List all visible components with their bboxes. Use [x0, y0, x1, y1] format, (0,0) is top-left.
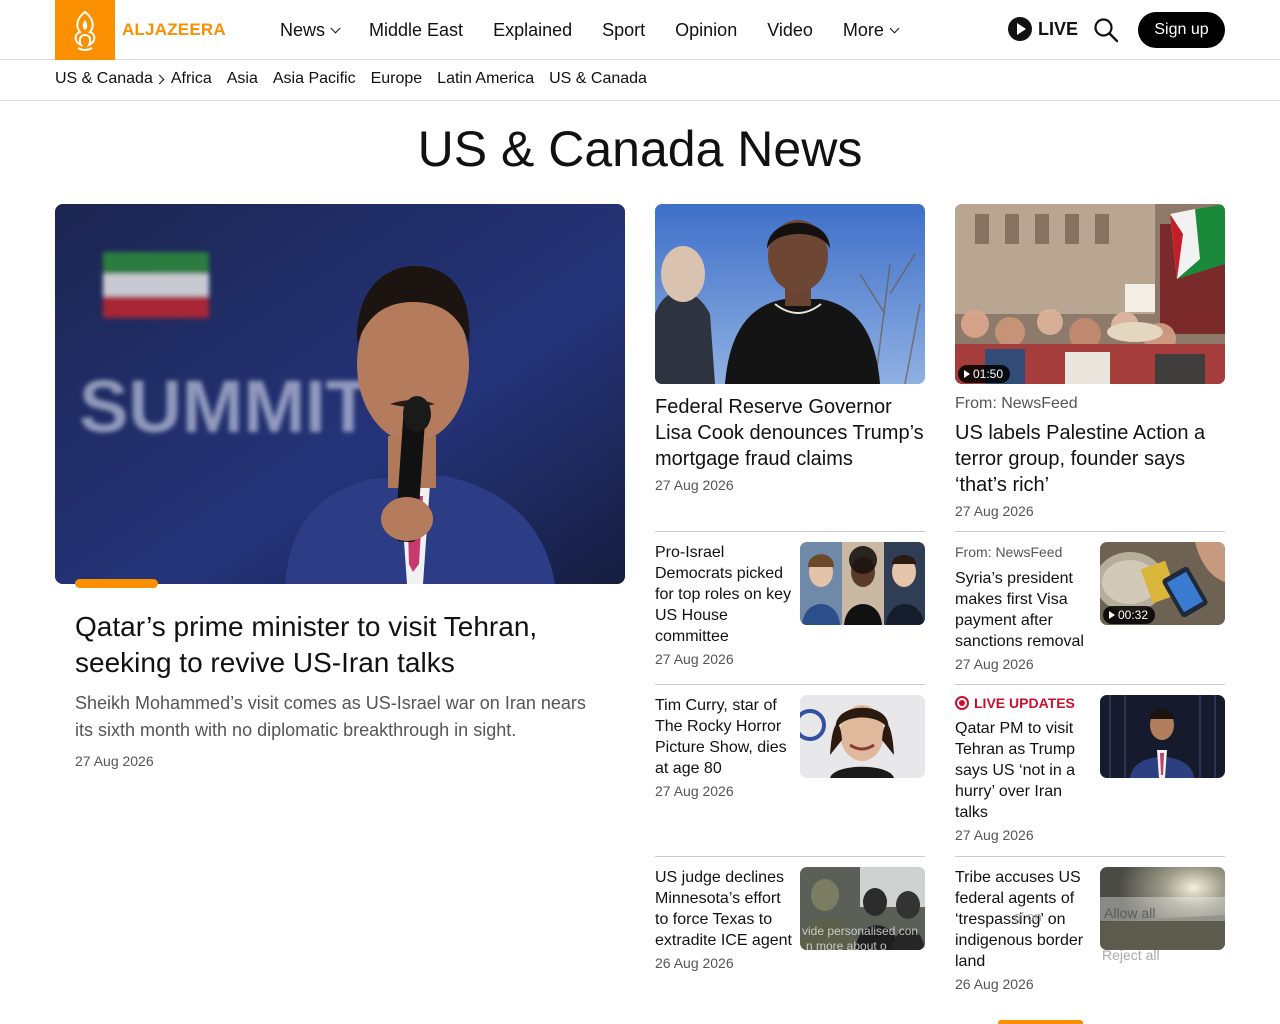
play-icon	[964, 370, 970, 378]
page-title: US & Canada News	[417, 121, 863, 177]
subnav-item-europe[interactable]: Europe	[371, 70, 423, 88]
nav-label: News	[280, 19, 326, 40]
hero-image-text: SUMMIT	[79, 365, 371, 448]
list-item-date: 27 Aug 2026	[955, 827, 1034, 843]
reject-all-button[interactable]: Reject all	[1102, 947, 1160, 963]
article-headline[interactable]: Federal Reserve Governor Lisa Cook denou…	[655, 394, 930, 472]
article-image[interactable]	[655, 204, 925, 384]
list-item-date: 26 Aug 2026	[655, 955, 734, 971]
video-thumbnail[interactable]: 00:32	[1100, 542, 1225, 625]
list-item-headline[interactable]: Qatar PM to visit Tehran as Trump says U…	[955, 718, 1095, 823]
live-button[interactable]: LIVE	[1008, 17, 1078, 41]
subnav-item-us-canada[interactable]: US & Canada	[549, 70, 647, 88]
divider	[955, 856, 1225, 857]
sign-up-button[interactable]: Sign up	[1138, 12, 1225, 48]
list-item-date: 27 Aug 2026	[655, 651, 734, 667]
list-item-thumbnail[interactable]	[800, 542, 925, 625]
play-icon	[1008, 17, 1032, 41]
list-item-headline[interactable]: Pro-Israel Democrats picked for top role…	[655, 542, 795, 647]
live-label: LIVE	[1038, 18, 1079, 39]
main-nav: News Middle East Explained Sport Opinion…	[280, 0, 900, 60]
nav-item-video[interactable]: Video	[767, 20, 813, 41]
nav-item-more[interactable]: More	[842, 19, 900, 41]
live-updates-badge: LIVE UPDATES	[955, 695, 1075, 711]
live-updates-label: LIVE UPDATES	[974, 695, 1075, 711]
search-icon[interactable]	[1093, 17, 1119, 43]
chevron-right-icon	[154, 74, 165, 84]
nav-label: Video	[767, 19, 813, 40]
nav-label: Explained	[493, 19, 573, 40]
list-item-thumbnail[interactable]	[1100, 695, 1225, 778]
hero-headline[interactable]: Qatar’s prime minister to visit Tehran, …	[75, 609, 605, 681]
video-duration-badge: 00:32	[1103, 606, 1156, 624]
nav-label: Middle East	[369, 19, 464, 40]
source-label: From: NewsFeed	[955, 395, 1078, 412]
live-dot-icon	[955, 696, 969, 710]
divider	[655, 531, 925, 532]
divider	[955, 531, 1225, 532]
subnav-item-asia[interactable]: Asia	[227, 70, 258, 88]
breadcrumb-current[interactable]: US & Canada	[55, 70, 153, 88]
hero-summary: Sheikh Mohammed’s visit comes as US-Isra…	[75, 693, 586, 740]
source-label: From: NewsFeed	[955, 544, 1063, 560]
subnav-item-africa[interactable]: Africa	[171, 70, 212, 88]
nav-item-news[interactable]: News	[280, 19, 341, 41]
cookie-overlay-fragment: g’ on	[1014, 909, 1042, 924]
nav-label: Sport	[602, 19, 646, 40]
chevron-down-icon	[889, 23, 900, 33]
list-item-date: 27 Aug 2026	[655, 783, 734, 799]
article-date: 27 Aug 2026	[655, 477, 734, 493]
allow-all-button[interactable]: Allow all	[1104, 905, 1155, 921]
nav-item-sport[interactable]: Sport	[602, 20, 645, 41]
hero-accent-bar	[75, 579, 158, 588]
cookie-overlay-text: vide personalised con	[802, 924, 919, 938]
article-date: 27 Aug 2026	[955, 503, 1034, 519]
site-header: ALJAZEERA News Middle East Explained Spo…	[0, 0, 1280, 60]
nav-label: Opinion	[675, 19, 738, 40]
list-item-headline[interactable]: US judge declines Minnesota’s effort to …	[655, 867, 795, 951]
hero-date: 27 Aug 2026	[75, 753, 154, 769]
duration-label: 00:32	[1118, 608, 1149, 622]
nav-item-explained[interactable]: Explained	[493, 20, 572, 41]
divider	[655, 684, 925, 685]
nav-label: More	[842, 19, 884, 40]
subnav-item-asia-pacific[interactable]: Asia Pacific	[273, 70, 356, 88]
video-duration-badge: 01:50	[958, 365, 1011, 383]
list-item-thumbnail[interactable]	[800, 695, 925, 778]
cookie-overlay-text: n more about o	[806, 939, 887, 950]
divider	[955, 684, 1225, 685]
play-icon	[1109, 611, 1115, 619]
region-subnav: US & Canada Africa Asia Asia Pacific Eur…	[0, 61, 1280, 101]
article-headline[interactable]: US labels Palestine Action a terror grou…	[955, 420, 1225, 498]
brand-wordmark[interactable]: ALJAZEERA	[122, 20, 226, 40]
hero-image[interactable]: SUMMIT	[55, 204, 625, 584]
video-thumbnail[interactable]: 01:50	[955, 204, 1225, 384]
list-item-headline[interactable]: Syria’s president makes first Visa payme…	[955, 568, 1095, 652]
nav-item-opinion[interactable]: Opinion	[675, 20, 737, 41]
list-item-date: 27 Aug 2026	[955, 656, 1034, 672]
aljazeera-logo-icon[interactable]	[55, 0, 115, 60]
divider	[655, 856, 925, 857]
nav-item-middle-east[interactable]: Middle East	[369, 20, 463, 41]
list-item-thumbnail[interactable]: vide personalised con n more about o	[800, 867, 925, 950]
subnav-item-latin-america[interactable]: Latin America	[437, 70, 534, 88]
chevron-down-icon	[330, 23, 341, 33]
list-item-headline[interactable]: Tim Curry, star of The Rocky Horror Pict…	[655, 695, 795, 779]
load-more-accent-bar	[998, 1020, 1083, 1024]
duration-label: 01:50	[973, 367, 1004, 381]
list-item-date: 26 Aug 2026	[955, 976, 1034, 992]
